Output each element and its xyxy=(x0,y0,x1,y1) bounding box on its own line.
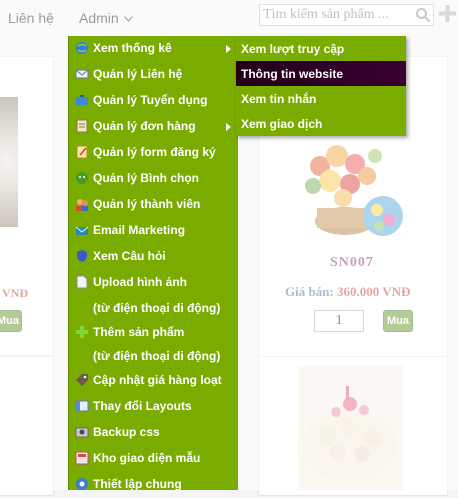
menu-item-polls[interactable]: Quản lý Bình chọn xyxy=(69,166,239,192)
menu-item-general-settings[interactable]: Thiết lập chung xyxy=(69,472,239,498)
price-fragment: VNĐ xyxy=(2,286,28,300)
menu-item-email-marketing[interactable]: Email Marketing xyxy=(69,218,239,244)
product-image[interactable] xyxy=(0,97,18,227)
menu-item-questions[interactable]: Xem Câu hỏi xyxy=(69,244,239,270)
nav-link-admin[interactable]: Admin xyxy=(79,10,133,26)
menu-item-label: Quản lý Tuyển dụng xyxy=(93,93,208,107)
menu-item-label: (từ điện thoại di động) xyxy=(93,349,221,363)
product-image-cake[interactable] xyxy=(298,366,403,490)
menu-item-upload-images[interactable]: Upload hình ảnh xyxy=(69,270,239,296)
briefcase-icon xyxy=(76,95,88,105)
menu-item-label: Quản lý form đăng ký xyxy=(93,145,216,159)
users-icon xyxy=(76,199,88,211)
menu-item-bulk-price-update[interactable]: Cập nhật giá hàng loạt xyxy=(69,368,239,394)
menu-item-label: Xem Câu hỏi xyxy=(93,249,166,263)
submenu-arrow-icon xyxy=(226,45,231,53)
admin-dropdown-menu: Xem thống kê Quản lý Liên hệ Quản lý Tuy… xyxy=(68,36,239,491)
add-icon[interactable] xyxy=(439,5,456,22)
form-icon xyxy=(76,145,88,159)
price-label: Giá bán: xyxy=(285,284,334,299)
submenu-item-label: Xem tin nhắn xyxy=(241,92,317,106)
buy-button[interactable]: Mua xyxy=(0,310,22,332)
product-sku[interactable]: SN007 xyxy=(330,255,374,271)
menu-item-label: (từ điện thoại di động) xyxy=(93,301,221,315)
menu-item-add-product[interactable]: Thêm sản phẩm xyxy=(69,320,239,346)
menu-item-label: Thiết lập chung xyxy=(93,477,182,491)
template-icon xyxy=(75,451,89,465)
shield-icon xyxy=(77,250,87,262)
menu-item-recruitment[interactable]: Quản lý Tuyển dụng xyxy=(69,88,239,114)
plus-icon xyxy=(76,326,88,338)
menu-item-label: Thay đổi Layouts xyxy=(93,399,192,413)
buy-button[interactable]: Mua xyxy=(383,310,413,332)
menu-item-signup-forms[interactable]: Quản lý form đăng ký xyxy=(69,140,239,166)
menu-item-label: Quản lý Bình chọn xyxy=(93,171,200,185)
menu-item-add-product-note[interactable]: (từ điện thoại di động) xyxy=(69,344,239,370)
menu-item-label: Xem thống kê xyxy=(93,41,172,55)
nav-link-contact[interactable]: Liên hệ xyxy=(8,10,54,26)
statistics-submenu: Xem lượt truy cập Thông tin website Xem … xyxy=(236,36,406,136)
menu-item-orders[interactable]: Quản lý đơn hàng xyxy=(69,114,239,140)
submenu-item-messages[interactable]: Xem tin nhắn xyxy=(236,86,406,111)
price-value: 360.000 VNĐ xyxy=(337,284,411,299)
menu-item-label: Backup css xyxy=(93,425,160,439)
search-icon[interactable] xyxy=(415,7,431,23)
mail-icon xyxy=(75,69,89,79)
menu-item-statistics[interactable]: Xem thống kê xyxy=(69,36,239,62)
email-marketing-icon xyxy=(75,226,89,235)
menu-item-label: Email Marketing xyxy=(93,223,186,237)
upload-icon xyxy=(76,275,88,289)
submenu-item-label: Xem lượt truy cập xyxy=(241,42,345,56)
menu-item-label: Kho giao diện mẫu xyxy=(93,451,201,465)
submenu-item-website-info[interactable]: Thông tin website xyxy=(236,61,406,86)
submenu-arrow-icon xyxy=(226,123,231,131)
search-box xyxy=(259,4,434,26)
menu-item-members[interactable]: Quản lý thành viên xyxy=(69,192,239,218)
quantity-input[interactable]: 1 xyxy=(314,310,364,332)
menu-item-label: Quản lý đơn hàng xyxy=(93,119,196,133)
submenu-item-label: Xem giao dịch xyxy=(241,117,323,131)
menu-item-label: Cập nhật giá hàng loạt xyxy=(93,373,222,387)
submenu-item-transactions[interactable]: Xem giao dịch xyxy=(236,111,406,136)
menu-item-change-layouts[interactable]: Thay đổi Layouts xyxy=(69,394,239,420)
menu-item-template-store[interactable]: Kho giao diện mẫu xyxy=(69,446,239,472)
product-image-flowers[interactable] xyxy=(295,136,410,246)
menu-item-upload-images-note[interactable]: (từ điện thoại di động) xyxy=(69,296,239,322)
submenu-item-label: Thông tin website xyxy=(241,67,343,81)
clipboard-icon xyxy=(76,119,88,133)
product-card-lower-left xyxy=(0,356,54,496)
layout-icon xyxy=(75,400,89,412)
menu-item-label: Quản lý Liên hệ xyxy=(93,67,183,81)
price-tag-icon xyxy=(76,374,88,386)
menu-item-label: Quản lý thành viên xyxy=(93,197,201,211)
product-price: Giá bán: 360.000 VNĐ xyxy=(285,284,410,300)
menu-item-label: Upload hình ảnh xyxy=(93,275,187,289)
menu-item-label: Thêm sản phẩm xyxy=(93,325,185,339)
menu-item-contacts[interactable]: Quản lý Liên hệ xyxy=(69,62,239,88)
top-nav-bar: Liên hệ Admin xyxy=(0,0,458,36)
poll-icon xyxy=(76,172,88,184)
menu-item-backup-css[interactable]: Backup css xyxy=(69,420,239,446)
submenu-item-visits[interactable]: Xem lượt truy cập xyxy=(236,36,406,61)
search-input[interactable] xyxy=(260,5,413,25)
settings-icon xyxy=(76,478,88,490)
chevron-down-icon xyxy=(123,16,133,23)
backup-icon xyxy=(75,427,89,438)
globe-icon xyxy=(76,42,88,54)
nav-admin-label: Admin xyxy=(79,10,119,26)
